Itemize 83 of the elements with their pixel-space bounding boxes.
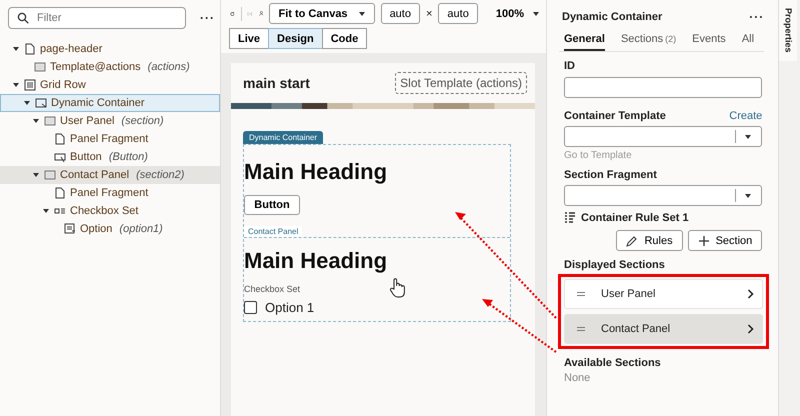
tree-item[interactable]: User Panel (section) <box>0 112 220 130</box>
page-title: main start <box>243 75 310 91</box>
times-sign: × <box>426 8 432 20</box>
rules-button[interactable]: Rules <box>616 230 683 251</box>
dynamic-icon <box>35 97 47 109</box>
option-label: Option 1 <box>265 300 314 315</box>
dynamic-container[interactable]: Main Heading Button Contact Panel Main Heading Checkbox Set Option 1 <box>243 144 511 322</box>
section-list-item[interactable]: Contact Panel <box>564 314 764 344</box>
panel-tab[interactable]: General <box>564 30 605 51</box>
main-heading: Main Heading <box>244 159 388 185</box>
more-menu[interactable]: ··· <box>749 10 764 24</box>
fragment-dropdown[interactable] <box>564 185 762 206</box>
panel-tab[interactable]: Events <box>692 30 726 51</box>
page-button[interactable]: Button <box>244 195 300 215</box>
template-icon <box>44 115 56 127</box>
button-icon <box>54 151 66 163</box>
tree-item[interactable]: Checkbox Set <box>0 202 220 220</box>
tree-item[interactable]: Button (Button) <box>0 148 220 166</box>
side-tab[interactable]: Properties <box>779 0 798 61</box>
caret-icon <box>744 192 752 200</box>
chevron-right-icon <box>747 289 754 299</box>
tree-item[interactable]: page-header <box>0 40 220 58</box>
create-link[interactable]: Create <box>729 110 762 122</box>
search-icon <box>17 12 29 24</box>
pencil-icon <box>626 234 638 246</box>
page-icon <box>54 133 66 145</box>
main-heading: Main Heading <box>244 248 388 274</box>
field-label: Section Fragment <box>564 169 658 181</box>
tree-item[interactable]: Option (option1) <box>0 220 220 238</box>
rule-set-icon <box>564 212 576 224</box>
drag-handle-icon[interactable] <box>577 291 585 297</box>
chevron-right-icon <box>747 324 754 334</box>
grid-icon <box>24 79 36 91</box>
option-icon <box>64 223 76 235</box>
add-section-button[interactable]: Section <box>688 230 762 251</box>
empty-text: None <box>564 372 592 384</box>
caret-icon <box>532 10 540 18</box>
container-tag[interactable]: Dynamic Container <box>243 131 324 144</box>
checkbox[interactable] <box>244 301 257 314</box>
hand-cursor-icon <box>389 277 407 299</box>
page-icon <box>54 187 66 199</box>
id-field[interactable] <box>564 77 762 98</box>
caret-icon[interactable] <box>12 81 20 89</box>
tree-item[interactable]: Dynamic Container <box>0 94 220 112</box>
caret-icon[interactable] <box>32 117 40 125</box>
template-icon <box>44 169 56 181</box>
caret-icon[interactable] <box>23 99 31 107</box>
caret-icon <box>744 132 752 140</box>
rule-set-name: Container Rule Set 1 <box>581 212 689 224</box>
fit-dropdown[interactable]: Fit to Canvas <box>269 3 375 24</box>
checkbox-set-label: Checkbox Set <box>244 284 302 294</box>
page-icon <box>24 43 36 55</box>
section-tag[interactable]: Contact Panel <box>244 226 302 237</box>
tree-item[interactable]: Template@actions (actions) <box>0 58 220 76</box>
height-field[interactable]: auto <box>438 3 478 24</box>
field-label: Container Template <box>564 110 666 122</box>
caret-icon <box>358 10 366 18</box>
tree-item[interactable]: Contact Panel (section2) <box>0 166 220 184</box>
section-heading: Available Sections <box>564 357 662 369</box>
caret-icon[interactable] <box>42 207 50 215</box>
plus-icon <box>698 234 710 246</box>
caret-icon[interactable] <box>32 171 40 179</box>
tree-item[interactable]: Panel Fragment <box>0 130 220 148</box>
field-label: ID <box>564 60 576 72</box>
filter-field[interactable]: Filter <box>8 7 186 29</box>
section-heading: Displayed Sections <box>564 259 666 271</box>
more-menu[interactable]: ··· <box>200 11 215 25</box>
zoom-dropdown[interactable]: 100% <box>490 6 546 20</box>
view-tab[interactable]: Code <box>322 28 368 49</box>
slot-placeholder[interactable]: Slot Template (actions) <box>395 72 527 94</box>
panel-tab[interactable]: Sections (2) <box>620 30 676 51</box>
panel-title: Dynamic Container <box>562 11 662 23</box>
caret-icon[interactable] <box>12 45 20 53</box>
tree-item[interactable]: Grid Row <box>0 76 220 94</box>
width-field[interactable]: auto <box>380 3 420 24</box>
view-tab[interactable]: Live <box>229 28 270 49</box>
tree-item[interactable]: Panel Fragment <box>0 184 220 202</box>
template-dropdown[interactable] <box>564 126 762 147</box>
view-tab[interactable]: Design <box>268 28 323 49</box>
section-list-item[interactable]: User Panel <box>564 279 764 309</box>
drag-handle-icon[interactable] <box>577 326 585 332</box>
panel-tab[interactable]: All <box>742 30 754 51</box>
template-icon <box>34 61 46 73</box>
